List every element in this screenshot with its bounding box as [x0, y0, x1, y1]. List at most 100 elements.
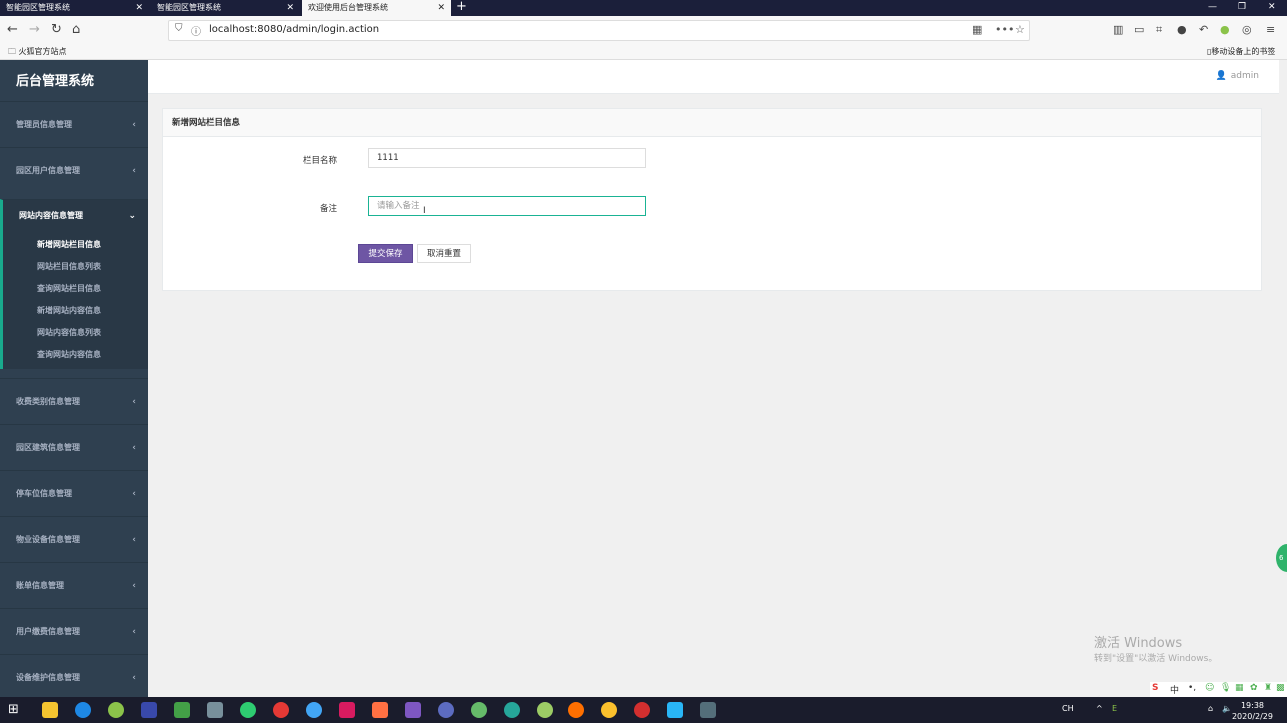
sidebar-item-equipment[interactable]: 物业设备信息管理 ‹: [0, 516, 148, 562]
submenu-add-content[interactable]: 新增网站内容信息: [19, 300, 148, 322]
submit-save-button[interactable]: 提交保存: [358, 244, 413, 263]
tools-icon[interactable]: [207, 702, 223, 718]
wechat-icon[interactable]: [240, 702, 256, 718]
sidebar-item-label: 停车位信息管理: [16, 489, 72, 498]
close-tab-icon[interactable]: ✕: [437, 0, 445, 16]
windows-start-icon[interactable]: ⊞: [8, 702, 24, 718]
brand-title: 后台管理系统: [16, 74, 95, 89]
opera-icon[interactable]: [634, 702, 650, 718]
tray-app-icon[interactable]: E: [1112, 704, 1117, 713]
app-icon[interactable]: [438, 702, 454, 718]
punctuation-icon[interactable]: •,: [1188, 683, 1196, 693]
url-text[interactable]: localhost:8080/admin/login.action: [209, 24, 379, 35]
sidebar-toggle-icon[interactable]: ▭: [1134, 23, 1144, 36]
app-icon[interactable]: [174, 702, 190, 718]
input-language-icon[interactable]: CH: [1062, 704, 1074, 713]
mic-icon[interactable]: 🎙: [1220, 683, 1231, 693]
floating-assistant-icon[interactable]: 6: [1276, 544, 1287, 572]
mobile-bookmarks[interactable]: ▯移动设备上的书签: [1207, 46, 1275, 57]
tab-title: 欢迎使用后台管理系统: [308, 3, 388, 12]
keyboard-icon[interactable]: ▦: [1235, 683, 1244, 693]
jetbrains-icon[interactable]: [339, 702, 355, 718]
ime-mode-icon[interactable]: 中: [1170, 683, 1179, 696]
user-menu[interactable]: 👤 admin: [1216, 71, 1259, 81]
folder-icon: 🗀: [8, 47, 16, 56]
app-icon[interactable]: [504, 702, 520, 718]
clock-time: 19:38: [1240, 701, 1265, 710]
browser-tab-bar: 智能园区管理系统 ✕ 智能园区管理系统 ✕ 欢迎使用后台管理系统 ✕ + — ❐ ✕: [0, 0, 1287, 16]
sidebar-item-buildings[interactable]: 园区建筑信息管理 ‹: [0, 424, 148, 470]
emoji-icon[interactable]: ☺: [1205, 683, 1214, 693]
sidebar-item-maintenance[interactable]: 设备维护信息管理 ‹: [0, 654, 148, 697]
sidebar-item-label: 用户缴费信息管理: [16, 627, 80, 636]
close-window-icon[interactable]: ✕: [1268, 0, 1276, 14]
app-icon[interactable]: [667, 702, 683, 718]
new-tab-icon[interactable]: +: [456, 0, 467, 14]
cancel-reset-button[interactable]: 取消重置: [417, 244, 471, 263]
close-tab-icon[interactable]: ✕: [286, 0, 294, 16]
chrome-icon[interactable]: [601, 702, 617, 718]
submenu-content-list[interactable]: 网站内容信息列表: [19, 322, 148, 344]
app-icon[interactable]: [471, 702, 487, 718]
sidebar-item-payments[interactable]: 用户缴费信息管理 ‹: [0, 608, 148, 654]
submenu-query-column[interactable]: 查询网站栏目信息: [19, 278, 148, 300]
chrome-icon[interactable]: [273, 702, 289, 718]
skin-icon[interactable]: ✿: [1250, 683, 1258, 693]
browser-icon[interactable]: [306, 702, 322, 718]
app-icon[interactable]: [141, 702, 157, 718]
browser-tab[interactable]: 智能园区管理系统 ✕: [151, 0, 300, 16]
sidebar-item-label: 园区用户信息管理: [16, 166, 80, 175]
sogou-icon[interactable]: S: [1152, 683, 1158, 693]
undo-icon[interactable]: ↶: [1199, 23, 1208, 36]
browser-tab[interactable]: 智能园区管理系统 ✕: [0, 0, 149, 16]
volume-icon[interactable]: 🔈: [1222, 704, 1232, 713]
more-actions-icon[interactable]: •••: [995, 23, 1014, 36]
sidebar-item-admin[interactable]: 管理员信息管理 ‹: [0, 101, 148, 147]
home-icon[interactable]: ⌂: [72, 21, 80, 39]
bookmark-item[interactable]: 🗀 火狐官方站点: [8, 46, 67, 60]
minimize-icon[interactable]: —: [1208, 0, 1217, 14]
sidebar-item-bills[interactable]: 账单信息管理 ‹: [0, 562, 148, 608]
sidebar-item-parking[interactable]: 停车位信息管理 ‹: [0, 470, 148, 516]
ime-menu-icon[interactable]: ▩: [1276, 683, 1285, 693]
sidebar-item-fee-types[interactable]: 收费类别信息管理 ‹: [0, 378, 148, 424]
chat-icon[interactable]: ●: [1177, 23, 1187, 36]
clock[interactable]: 19:38 2020/2/29: [1232, 700, 1273, 722]
visual-studio-icon[interactable]: [405, 702, 421, 718]
screenshot-icon[interactable]: ⌗: [1156, 23, 1162, 37]
note-input[interactable]: 请输入备注: [368, 196, 646, 216]
bookmark-star-icon[interactable]: ☆: [1015, 23, 1025, 36]
show-hidden-icons[interactable]: ^: [1096, 704, 1103, 713]
restore-icon[interactable]: ❐: [1238, 0, 1246, 14]
library-icon[interactable]: ▥: [1113, 23, 1123, 36]
app-icon[interactable]: [108, 702, 124, 718]
firefox-icon[interactable]: [568, 702, 584, 718]
browser-tab-active[interactable]: 欢迎使用后台管理系统 ✕: [302, 0, 451, 16]
forward-icon[interactable]: →: [29, 21, 40, 39]
app-icon[interactable]: [372, 702, 388, 718]
column-name-input[interactable]: 1111: [368, 148, 646, 168]
sidebar-item-site-content[interactable]: 网站内容信息管理 ⌄ 新增网站栏目信息 网站栏目信息列表 查询网站栏目信息 新增…: [0, 199, 148, 369]
toolbox-icon[interactable]: ♜: [1264, 683, 1272, 693]
page-scrollbar[interactable]: [1279, 60, 1287, 697]
ie-icon[interactable]: [75, 702, 91, 718]
qr-code-icon[interactable]: ▦: [972, 23, 982, 36]
submenu-column-list[interactable]: 网站栏目信息列表: [19, 256, 148, 278]
submenu-add-column[interactable]: 新增网站栏目信息: [19, 234, 148, 256]
network-icon[interactable]: ⌂: [1208, 704, 1213, 713]
submenu-query-content[interactable]: 查询网站内容信息: [19, 344, 148, 366]
shield-icon[interactable]: ⛉: [175, 23, 183, 34]
account-icon[interactable]: ◎: [1242, 23, 1252, 36]
menu-icon[interactable]: ≡: [1266, 23, 1275, 36]
url-bar[interactable]: ⛉ ⓘ localhost:8080/admin/login.action ▦ …: [168, 20, 1030, 41]
chevron-left-icon: ‹: [132, 397, 136, 407]
close-tab-icon[interactable]: ✕: [135, 0, 143, 16]
file-explorer-icon[interactable]: [42, 702, 58, 718]
extension-icon[interactable]: ●: [1220, 23, 1230, 36]
info-icon[interactable]: ⓘ: [191, 23, 201, 38]
app-icon[interactable]: [700, 702, 716, 718]
app-icon[interactable]: [537, 702, 553, 718]
reload-icon[interactable]: ↻: [51, 21, 62, 39]
back-icon[interactable]: ←: [7, 21, 18, 39]
sidebar-item-park-users[interactable]: 园区用户信息管理 ‹: [0, 147, 148, 193]
